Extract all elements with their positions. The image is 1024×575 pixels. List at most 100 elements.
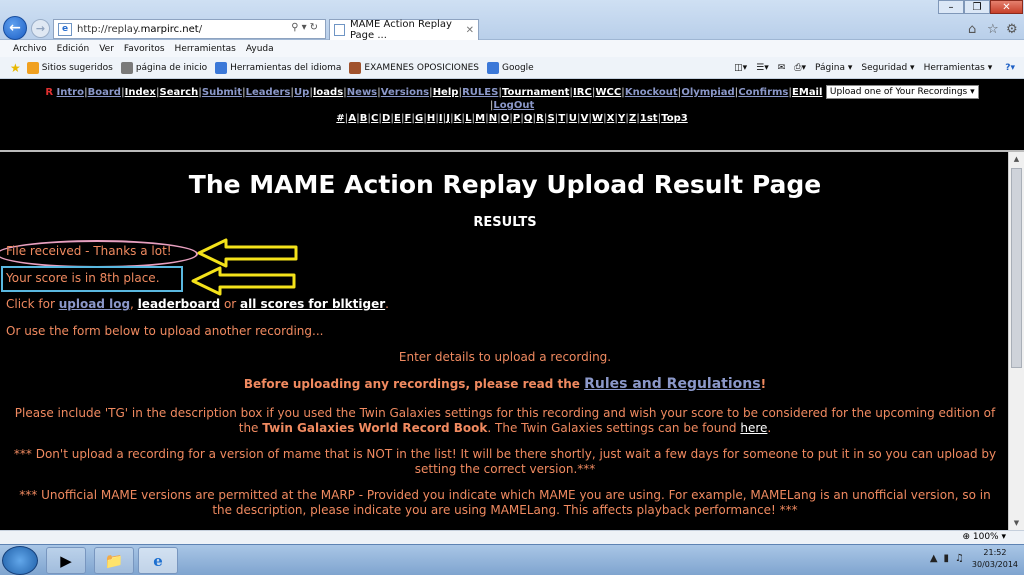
favorite-link[interactable]: Herramientas del idioma <box>215 61 341 74</box>
letter-link[interactable]: Z <box>629 113 636 124</box>
vertical-scrollbar[interactable]: ▲ ▼ <box>1008 152 1024 530</box>
scroll-thumb[interactable] <box>1011 168 1022 368</box>
forward-button[interactable]: → <box>31 19 50 38</box>
menu-item[interactable]: Ayuda <box>246 44 274 54</box>
letter-link[interactable]: X <box>607 113 615 124</box>
nav-link[interactable]: Versions <box>381 87 429 98</box>
scroll-down-icon[interactable]: ▼ <box>1009 516 1024 530</box>
letter-link[interactable]: P <box>513 113 520 124</box>
back-button[interactable]: ← <box>3 16 27 40</box>
menu-item[interactable]: Ver <box>99 44 114 54</box>
gear-icon[interactable]: ⚙ <box>1006 22 1018 37</box>
letter-link[interactable]: I <box>439 113 443 124</box>
start-button[interactable] <box>2 546 38 575</box>
menu-item[interactable]: Edición <box>57 44 90 54</box>
letter-link[interactable]: W <box>592 113 603 124</box>
menu-item[interactable]: Herramientas <box>175 44 236 54</box>
leaderboard-link[interactable]: leaderboard <box>138 297 220 311</box>
letter-link[interactable]: A <box>348 113 356 124</box>
command-item[interactable]: Seguridad ▾ <box>861 63 914 73</box>
favorite-link[interactable]: Sitios sugeridos <box>26 61 113 74</box>
zoom-control[interactable]: ⊕ 100% ▾ <box>962 532 1006 542</box>
nav-link[interactable]: Leaders <box>246 87 291 98</box>
nav-link[interactable]: Submit <box>202 87 242 98</box>
letter-link[interactable]: G <box>415 113 423 124</box>
feeds-icon[interactable]: ◫▾ <box>734 63 747 73</box>
nav-link[interactable]: WCC <box>595 87 621 98</box>
search-refresh-icons[interactable]: ⚲▾↻ <box>291 22 321 33</box>
window-maximize-button[interactable]: ❐ <box>964 0 990 14</box>
all-scores-link[interactable]: all scores for blktiger <box>240 297 385 311</box>
nav-link[interactable]: Index <box>125 87 156 98</box>
tg-here-link[interactable]: here <box>740 421 767 435</box>
letter-link[interactable]: O <box>501 113 510 124</box>
address-bar[interactable]: e http://replay. marpirc.net / ⚲▾↻ <box>53 19 326 39</box>
upload-recordings-select[interactable]: Upload one of Your Recordings ▾ <box>825 85 979 99</box>
letter-link[interactable]: F <box>404 113 411 124</box>
window-close-button[interactable]: ✕ <box>990 0 1023 14</box>
nav-link[interactable]: Knockout <box>625 87 678 98</box>
letter-link[interactable]: R <box>536 113 544 124</box>
home-icon[interactable]: ⌂ <box>968 22 976 37</box>
letter-link[interactable]: J <box>446 113 450 124</box>
clock[interactable]: 21:52 30/03/2014 <box>972 547 1018 571</box>
letter-link[interactable]: Q <box>524 113 533 124</box>
file-explorer-icon[interactable]: 📁 <box>94 547 134 574</box>
print-icon[interactable]: ⎙▾ <box>794 63 806 73</box>
letter-link[interactable]: L <box>465 113 471 124</box>
rules-link[interactable]: Rules and Regulations <box>584 376 760 392</box>
letter-link[interactable]: T <box>558 113 565 124</box>
letter-link[interactable]: C <box>371 113 378 124</box>
tab-close-icon[interactable]: ✕ <box>466 25 474 36</box>
nav-link[interactable]: Intro <box>57 87 84 98</box>
help-icon[interactable]: ?▾ <box>1005 63 1015 73</box>
nav-link[interactable]: Up <box>294 87 309 98</box>
letter-link[interactable]: D <box>382 113 390 124</box>
nav-link[interactable]: News <box>347 87 377 98</box>
page-title: The MAME Action Replay Upload Result Pag… <box>188 170 822 199</box>
nav-link[interactable]: IRC <box>573 87 592 98</box>
letter-link[interactable]: Y <box>618 113 625 124</box>
nav-link[interactable]: Help <box>433 87 459 98</box>
nav-link[interactable]: loads <box>313 87 343 98</box>
letter-link[interactable]: H <box>427 113 435 124</box>
letter-link[interactable]: # <box>336 113 344 124</box>
internet-explorer-icon[interactable]: e <box>138 547 178 574</box>
nav-link[interactable]: Board <box>88 87 121 98</box>
nav-link[interactable]: Olympiad <box>681 87 734 98</box>
system-tray-icons[interactable]: ▲▮♫ <box>930 553 970 564</box>
letter-link[interactable]: 1st <box>640 113 658 124</box>
letter-link[interactable]: E <box>394 113 401 124</box>
letter-link[interactable]: N <box>489 113 497 124</box>
nav-link[interactable]: Tournament <box>502 87 569 98</box>
command-item[interactable]: Página ▾ <box>815 63 852 73</box>
menu-item[interactable]: Favoritos <box>124 44 165 54</box>
command-item[interactable]: Herramientas ▾ <box>924 63 993 73</box>
favorites-star-icon[interactable]: ★ <box>10 61 21 75</box>
media-player-icon[interactable]: ▶ <box>46 547 86 574</box>
tab-active[interactable]: MAME Action Replay Page ... ✕ <box>329 19 479 41</box>
mail-icon[interactable]: ✉ <box>778 63 786 73</box>
star-icon[interactable]: ☆ <box>987 22 999 37</box>
menu-item[interactable]: Archivo <box>13 44 47 54</box>
letter-link[interactable]: U <box>569 113 577 124</box>
favorite-link[interactable]: Google <box>486 61 534 74</box>
nav-link[interactable]: RULES <box>462 87 498 98</box>
favorite-link[interactable]: página de inicio <box>120 61 207 74</box>
upload-log-link[interactable]: upload log <box>59 297 130 311</box>
rss-icon[interactable]: ☰▾ <box>756 63 769 73</box>
window-minimize-button[interactable]: – <box>938 0 964 14</box>
nav-link[interactable]: EMail <box>792 87 822 98</box>
letter-link[interactable]: K <box>454 113 462 124</box>
letter-link[interactable]: S <box>547 113 554 124</box>
letter-link[interactable]: V <box>581 113 589 124</box>
letter-link[interactable]: Top3 <box>661 113 687 124</box>
letter-link[interactable]: M <box>475 113 485 124</box>
nav-link[interactable]: Search <box>160 87 199 98</box>
nav-link[interactable]: Confirms <box>738 87 788 98</box>
favorite-link[interactable]: EXAMENES OPOSICIONES <box>349 61 479 74</box>
letter-link[interactable]: B <box>360 113 368 124</box>
scroll-up-icon[interactable]: ▲ <box>1009 152 1024 166</box>
nav-link-logout[interactable]: LogOut <box>493 100 534 111</box>
tg-book: Twin Galaxies World Record Book <box>262 421 488 435</box>
